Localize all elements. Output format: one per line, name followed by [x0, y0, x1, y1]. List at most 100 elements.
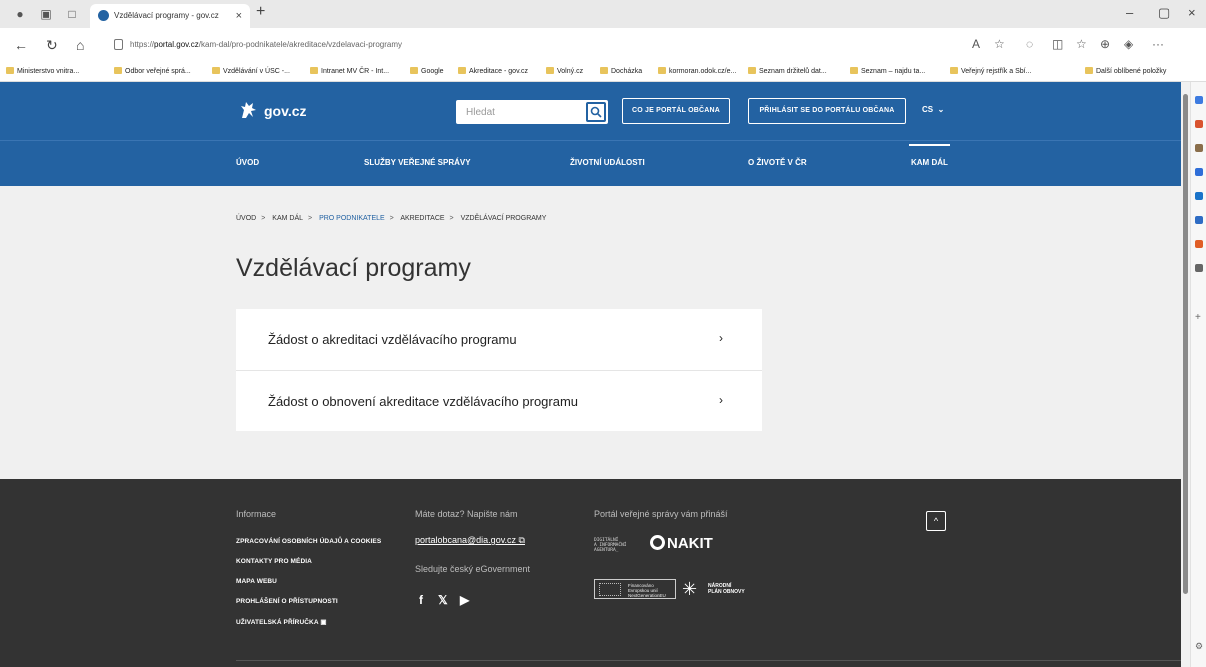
tab-actions-icon[interactable]: □ — [64, 6, 80, 22]
npo-logo-line: PLÁN OBNOVY — [708, 589, 745, 595]
search-button[interactable] — [586, 102, 606, 122]
extensions-icon[interactable]: ◌ — [1026, 37, 1033, 51]
collections-toolbar-icon[interactable]: ⊕ — [1100, 37, 1110, 51]
nav-item-o-zivote[interactable]: O ŽIVOTĚ V ČR — [748, 158, 807, 167]
outlook-icon[interactable] — [1195, 192, 1203, 200]
new-tab-icon[interactable]: + — [256, 3, 265, 21]
games-icon[interactable] — [1195, 168, 1203, 176]
footer-follow-heading: Sledujte český eGovernment — [415, 564, 531, 574]
lion-icon — [241, 102, 256, 118]
scrollbar-thumb[interactable] — [1183, 94, 1188, 594]
contact-email: portalobcana@dia.gov.cz — [415, 535, 517, 545]
minimize-icon[interactable]: – — [1126, 5, 1133, 20]
back-to-top-button[interactable]: ^ — [926, 511, 946, 531]
shield-icon[interactable]: ◈ — [1124, 37, 1133, 51]
footer-contact-heading: Máte dotaz? Napište nám — [415, 509, 518, 519]
breadcrumb-separator: > — [308, 215, 313, 222]
profile-icon[interactable]: ● — [12, 6, 28, 22]
eu-funding-logo: Financováno Evropskou unií NextGeneratio… — [594, 579, 676, 599]
npo-logo: NÁRODNÍ PLÁN OBNOVY — [708, 583, 745, 595]
dia-logo-line: AGENTURA_ — [594, 548, 619, 553]
chevron-up-icon: ^ — [933, 516, 939, 526]
dia-logo[interactable]: DIGITÁLNÍ A INFORMAČNÍ AGENTURA_ — [594, 538, 627, 553]
page-scrollbar[interactable] — [1181, 82, 1190, 667]
login-button[interactable]: PŘIHLÁSIT SE DO PORTÁLU OBČANA — [748, 98, 906, 124]
footer-divider — [236, 660, 1181, 661]
bookmark-item[interactable]: Akreditace - gov.cz — [458, 67, 528, 75]
settings-gear-icon[interactable]: ⚙ — [1195, 642, 1203, 651]
list-item[interactable]: Žádost o akreditaci vzdělávacího program… — [236, 309, 762, 370]
language-select[interactable]: CS ⌄ — [922, 105, 944, 114]
breadcrumb-item[interactable]: ÚVOD — [236, 215, 256, 222]
split-screen-icon[interactable]: ◫ — [1052, 37, 1063, 51]
browser-tab[interactable]: Vzdělávací programy - gov.cz × — [90, 4, 250, 28]
close-tab-icon[interactable]: × — [236, 4, 242, 28]
collections-icon[interactable]: ▣ — [38, 6, 54, 22]
bookmark-item[interactable]: Odbor veřejné sprá... — [114, 67, 191, 75]
url-prefix: https:// — [130, 40, 155, 49]
footer-info-heading: Informace — [236, 509, 277, 519]
bookmark-item[interactable]: Seznam – najdu ta... — [850, 67, 925, 75]
bookmark-item[interactable]: Vzdělávání v ÚSC -... — [212, 67, 290, 75]
home-icon[interactable]: ⌂ — [76, 37, 84, 53]
bookmark-item[interactable]: kormoran.odok.cz/e... — [658, 67, 736, 75]
footer-link[interactable]: MAPA WEBU — [236, 578, 277, 585]
favorite-star-icon[interactable]: ☆ — [994, 37, 1005, 51]
x-twitter-icon[interactable]: 𝕏 — [438, 593, 448, 607]
facebook-icon[interactable]: f — [419, 593, 423, 607]
nav-item-uvod[interactable]: ÚVOD — [236, 158, 259, 167]
nav-item-kam-dal[interactable]: KAM DÁL — [909, 144, 950, 167]
search-input[interactable] — [456, 100, 584, 124]
list-item[interactable]: Žádost o obnovení akreditace vzdělávacíh… — [236, 370, 762, 431]
bookmark-item[interactable]: Google — [410, 67, 444, 75]
bookmark-item[interactable]: Další oblíbené položky — [1085, 67, 1166, 75]
footer-link[interactable]: PROHLÁŠENÍ O PŘÍSTUPNOSTI — [236, 598, 338, 605]
app-icon[interactable] — [1195, 240, 1203, 248]
contact-email-link[interactable]: portalobcana@dia.gov.cz ⧉ — [415, 535, 525, 546]
nakit-ring-icon — [650, 535, 665, 550]
bookmark-item[interactable]: Ministerstvo vnitra... — [6, 67, 79, 75]
favorites-icon[interactable]: ☆ — [1076, 37, 1087, 51]
shopping-icon[interactable] — [1195, 120, 1203, 128]
nav-item-zivotni-udalosti[interactable]: ŽIVOTNÍ UDÁLOSTI — [570, 158, 645, 167]
search-icon — [590, 106, 602, 118]
list-item-label: Žádost o obnovení akreditace vzdělávacíh… — [268, 394, 579, 409]
notes-icon[interactable] — [1195, 264, 1203, 272]
nav-item-sluzby[interactable]: SLUŽBY VEŘEJNÉ SPRÁVY — [364, 158, 471, 167]
nakit-logo[interactable]: NAKIT — [650, 535, 713, 552]
maximize-icon[interactable]: ▢ — [1158, 5, 1170, 21]
back-icon[interactable]: ← — [14, 37, 28, 53]
footer-link[interactable]: UŽIVATELSKÁ PŘÍRUČKA ▣ — [236, 618, 327, 626]
edge-sidebar: + ⚙ — [1190, 82, 1206, 667]
service-list: Žádost o akreditaci vzdělávacího program… — [236, 309, 762, 431]
what-is-portal-button[interactable]: CO JE PORTÁL OBČANA — [622, 98, 730, 124]
add-sidebar-app-icon[interactable]: + — [1195, 313, 1203, 323]
bookmark-item[interactable]: Veřejný rejstřík a Sbí... — [950, 67, 1031, 75]
breadcrumb-item[interactable]: PRO PODNIKATELE — [319, 215, 385, 222]
url-path: /kam-dal/pro-podnikatele/akreditace/vzde… — [198, 40, 402, 49]
search-sidebar-icon[interactable] — [1195, 96, 1203, 104]
more-icon[interactable]: ··· — [1152, 37, 1164, 51]
copy-icon: ⧉ — [518, 535, 525, 545]
footer-link-label: UŽIVATELSKÁ PŘÍRUČKA — [236, 619, 319, 626]
close-window-icon[interactable]: × — [1188, 5, 1196, 20]
bookmark-item[interactable]: Intranet MV ČR - Int... — [310, 67, 389, 75]
nakit-label: NAKIT — [667, 535, 713, 552]
bookmark-item[interactable]: Seznam držitelů dat... — [748, 67, 827, 75]
refresh-icon[interactable]: ↻ — [46, 37, 58, 54]
breadcrumb-separator: > — [389, 215, 394, 222]
bookmark-item[interactable]: Docházka — [600, 67, 642, 75]
url-field[interactable]: https://portal.gov.cz/kam-dal/pro-podnik… — [106, 34, 1011, 56]
gov-logo[interactable]: gov.cz — [236, 98, 307, 122]
office-icon[interactable] — [1195, 216, 1203, 224]
page-title: Vzdělávací programy — [236, 254, 471, 282]
breadcrumb-item[interactable]: AKREDITACE — [400, 215, 444, 222]
footer-link[interactable]: KONTAKTY PRO MÉDIA — [236, 558, 312, 565]
tools-icon[interactable] — [1195, 144, 1203, 152]
bookmark-item[interactable]: Volný.cz — [546, 67, 583, 75]
read-aloud-icon[interactable]: A — [972, 37, 980, 51]
footer-link[interactable]: ZPRACOVÁNÍ OSOBNÍCH ÚDAJŮ A COOKIES — [236, 538, 381, 545]
address-bar-row: ← ↻ ⌂ https://portal.gov.cz/kam-dal/pro-… — [0, 28, 1206, 62]
breadcrumb-item[interactable]: KAM DÁL — [272, 215, 303, 222]
youtube-icon[interactable]: ▶ — [460, 593, 469, 607]
